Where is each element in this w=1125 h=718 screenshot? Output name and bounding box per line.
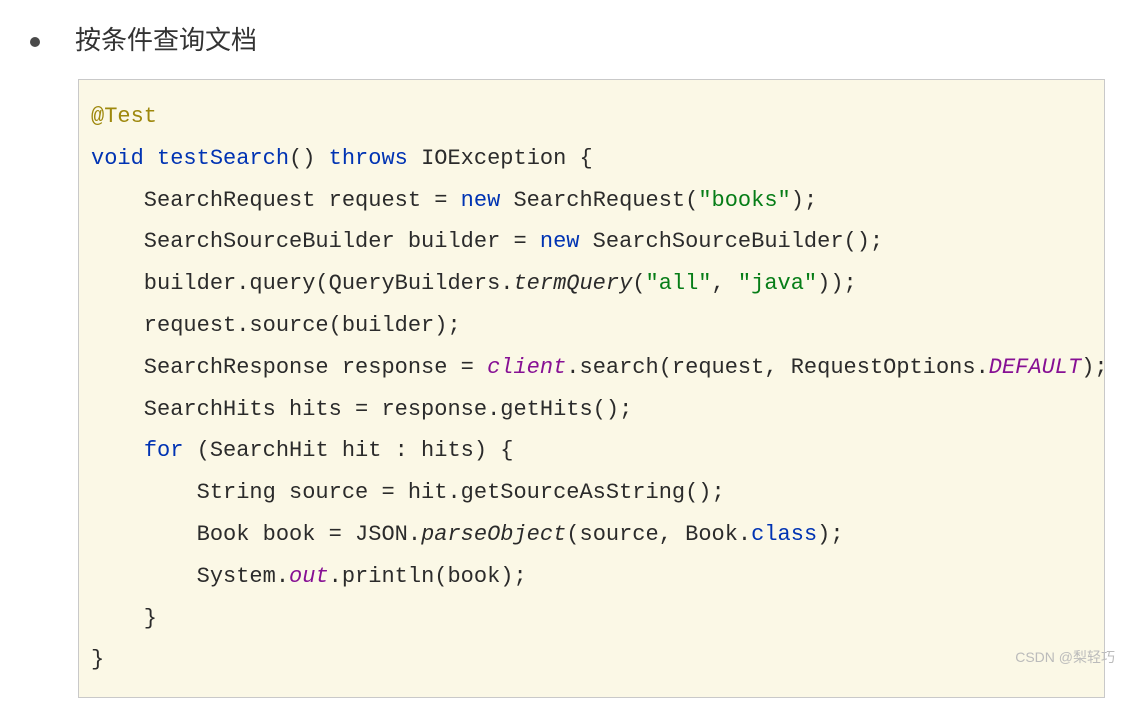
code-text: SearchRequest(: [500, 188, 698, 213]
code-text: .println(book);: [329, 564, 527, 589]
bullet-icon: [30, 37, 40, 47]
code-text: SearchSourceBuilder builder =: [91, 229, 540, 254]
constant-ref: DEFAULT: [989, 355, 1081, 380]
section-heading: 按条件查询文档: [75, 20, 257, 57]
code-text: );: [791, 188, 817, 213]
code-text: (source, Book.: [566, 522, 751, 547]
exception-type: IOException: [421, 146, 566, 171]
code-text: String source = hit.getSourceAsString();: [91, 480, 725, 505]
code-text: }: [91, 647, 104, 672]
keyword-throws: throws: [329, 146, 408, 171]
static-method: termQuery: [513, 271, 632, 296]
keyword-new: new: [461, 188, 501, 213]
field-ref: out: [289, 564, 329, 589]
code-text: (SearchHit hit : hits) {: [183, 438, 513, 463]
code-text: SearchResponse response =: [91, 355, 487, 380]
code-text: .search(request, RequestOptions.: [566, 355, 988, 380]
watermark: CSDN @梨轻巧: [1015, 647, 1115, 667]
string-literal: "java": [738, 271, 817, 296]
code-text: SearchRequest request =: [91, 188, 461, 213]
method-name: testSearch: [157, 146, 289, 171]
code-text: SearchSourceBuilder();: [579, 229, 883, 254]
code-text: SearchHits hits = response.getHits();: [91, 397, 632, 422]
field-ref: client: [487, 355, 566, 380]
keyword-new: new: [540, 229, 580, 254]
code-text: System.: [91, 564, 289, 589]
keyword-for: for: [144, 438, 184, 463]
keyword-void: void: [91, 146, 144, 171]
code-text: request.source(builder);: [91, 313, 461, 338]
code-text: ,: [712, 271, 738, 296]
annotation: @Test: [91, 104, 157, 129]
code-text: ));: [817, 271, 857, 296]
code-text: );: [1081, 355, 1105, 380]
code-text: Book book = JSON.: [91, 522, 421, 547]
static-method: parseObject: [421, 522, 566, 547]
code-text: builder.query(QueryBuilders.: [91, 271, 513, 296]
code-block: @Test void testSearch() throws IOExcepti…: [78, 79, 1105, 698]
section-heading-row: 按条件查询文档: [30, 20, 1105, 57]
code-text: );: [817, 522, 843, 547]
string-literal: "all": [646, 271, 712, 296]
string-literal: "books": [698, 188, 790, 213]
keyword-class: class: [751, 522, 817, 547]
code-text: }: [91, 606, 157, 631]
code-text: (: [632, 271, 645, 296]
